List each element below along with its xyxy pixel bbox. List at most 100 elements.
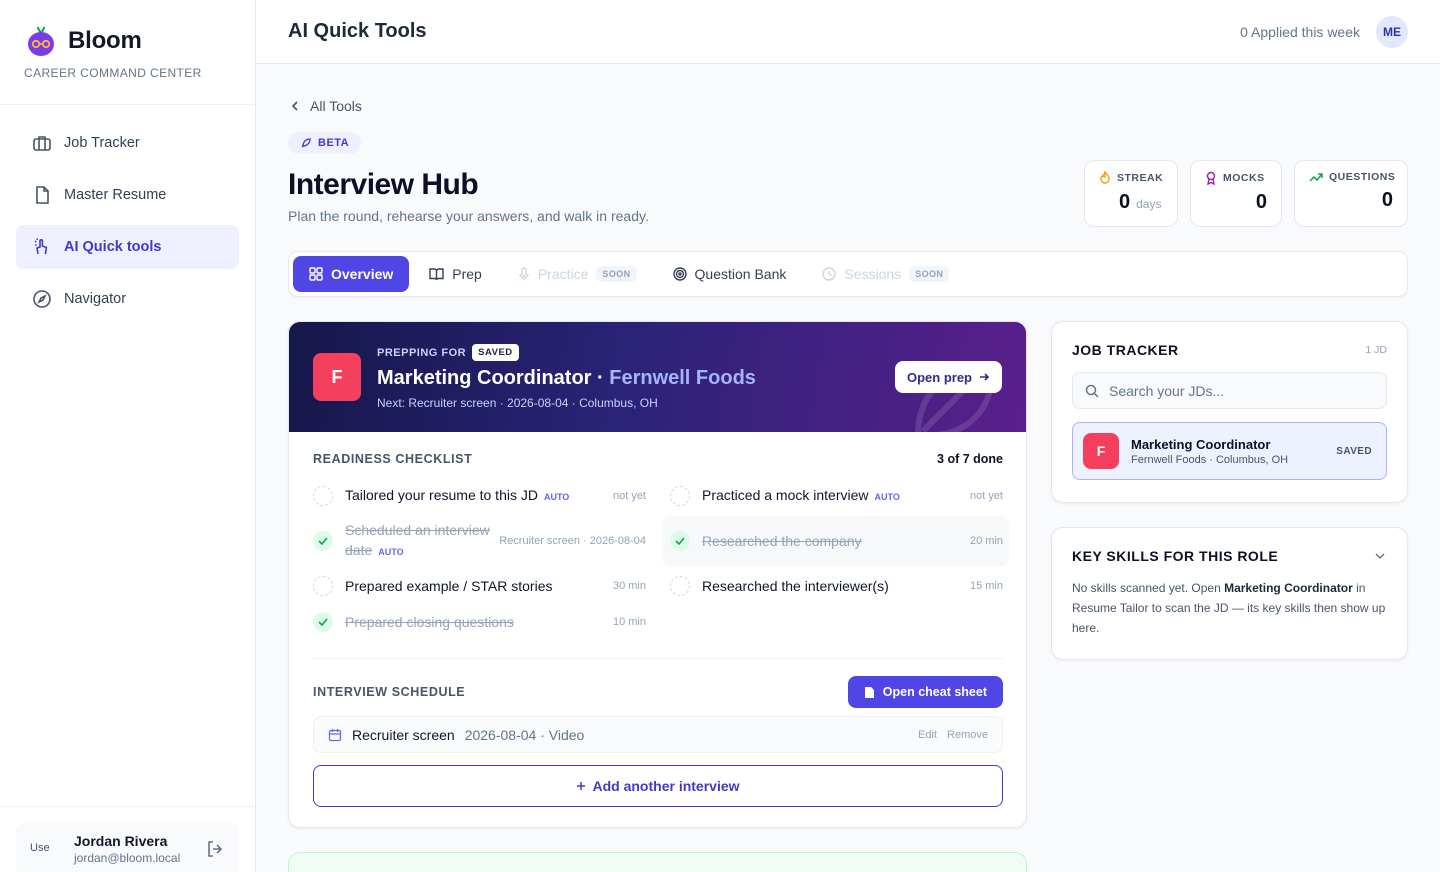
open-prep-button[interactable]: Open prep	[894, 361, 1002, 393]
profile-avatar[interactable]: ME	[1376, 15, 1408, 48]
next-interview-info: Next: Recruiter screen · 2026-08-04 · Co…	[377, 396, 658, 410]
sidebar-item-label: Job Tracker	[64, 135, 140, 151]
cheat-sheet-label: Open cheat sheet	[882, 685, 987, 699]
prep-role: Marketing Coordinator	[377, 367, 592, 389]
checklist-item-meta: 10 min	[612, 616, 646, 628]
award-icon	[1205, 171, 1217, 185]
checklist-item-tailored-resume[interactable]: Tailored your resume to this JD AUTO not …	[313, 471, 646, 521]
interview-hub-tabs: Overview Prep Practice SOON Question Ban…	[288, 251, 1408, 297]
jd-list-item[interactable]: F Marketing Coordinator Fernwell Foods ·…	[1072, 422, 1387, 480]
avatar-alt-text: Use	[30, 842, 50, 854]
compass-icon	[32, 289, 52, 309]
checklist-item-mock-interview[interactable]: Practiced a mock interview AUTO not yet	[670, 471, 1003, 521]
tab-prep[interactable]: Prep	[413, 256, 498, 292]
chevron-down-icon[interactable]	[1373, 549, 1387, 563]
add-interview-button[interactable]: Add another interview	[313, 765, 1003, 807]
target-icon	[672, 267, 687, 281]
header-title: AI Quick Tools	[288, 20, 427, 42]
mic-icon	[518, 267, 530, 281]
trending-up-icon	[1309, 171, 1323, 183]
user-name: Jordan Rivera	[74, 833, 168, 849]
stat-streak-unit: days	[1136, 197, 1162, 211]
flame-icon	[1099, 171, 1111, 185]
checklist-item-text: Practiced a mock interview	[702, 487, 869, 503]
stat-mocks-label: MOCKS	[1223, 172, 1265, 184]
status-badge: SAVED	[1336, 445, 1372, 457]
brand-subtitle: CAREER COMMAND CENTER	[24, 66, 202, 80]
checklist-progress: 3 of 7 done	[937, 452, 1003, 466]
brand: Bloom CAREER COMMAND CENTER	[0, 0, 255, 105]
stat-mocks: MOCKS 0	[1190, 160, 1282, 227]
open-cheat-sheet-button[interactable]: Open cheat sheet	[847, 676, 1003, 708]
checklist-item-text: Tailored your resume to this JD	[345, 487, 538, 503]
sidebar-item-job-tracker[interactable]: Job Tracker	[16, 121, 239, 165]
tab-sessions: Sessions SOON	[806, 256, 965, 292]
tab-label: Practice	[537, 266, 589, 282]
file-icon	[864, 686, 875, 699]
jd-role: Marketing Coordinator	[1131, 436, 1271, 452]
search-input[interactable]	[1109, 382, 1369, 399]
checklist-item-closing-questions[interactable]: Prepared closing questions 10 min	[313, 597, 646, 647]
page-title: Interview Hub	[288, 168, 479, 201]
stats-group: STREAK 0 days MOCKS 0 QUESTIONS 0	[1084, 160, 1408, 227]
sidebar-item-master-resume[interactable]: Master Resume	[16, 173, 239, 217]
title-separator: ·	[591, 367, 610, 389]
checklist-item-text: Scheduled an interview date	[345, 522, 490, 558]
checklist-item-text: Researched the company	[702, 533, 862, 549]
user-card[interactable]: Use Jordan Rivera jordan@bloom.local	[16, 823, 239, 872]
page-subtitle: Plan the round, rehearse your answers, a…	[288, 208, 649, 224]
sidebar-item-label: Navigator	[64, 291, 127, 307]
check-circle-icon	[313, 531, 333, 551]
avatar: Use	[30, 834, 60, 864]
calendar-icon	[328, 728, 342, 742]
clock-icon	[822, 267, 837, 281]
jd-search[interactable]	[1072, 372, 1387, 409]
checklist-item-scheduled-interview[interactable]: Scheduled an interview date AUTO Recruite…	[313, 516, 646, 566]
company-logo: F	[313, 353, 361, 401]
checklist-item-meta: 20 min	[969, 535, 1003, 547]
search-icon	[1085, 384, 1099, 398]
sidebar-item-navigator[interactable]: Navigator	[16, 277, 239, 321]
rocket-icon	[300, 137, 312, 149]
checklist-item-text: Prepared example / STAR stories	[345, 578, 553, 594]
unchecked-circle-icon	[670, 576, 690, 596]
tab-question-bank[interactable]: Question Bank	[657, 256, 803, 292]
sidebar-item-label: AI Quick tools	[64, 239, 162, 255]
stat-streak-value: 0	[1119, 191, 1131, 213]
sidebar-item-label: Master Resume	[64, 187, 167, 203]
checklist-item-researched-company[interactable]: Researched the company 20 min	[662, 516, 1009, 566]
bloom-logo-icon	[24, 24, 58, 58]
checklist-item-meta: not yet	[969, 490, 1003, 502]
key-skills-title: KEY SKILLS FOR THIS ROLE	[1072, 548, 1279, 564]
beta-badge: BETA	[288, 132, 362, 154]
sidebar-item-ai-quick-tools[interactable]: AI Quick tools	[16, 225, 239, 269]
stat-mocks-value: 0	[1255, 191, 1267, 213]
key-skills-empty-text: No skills scanned yet. Open Marketing Co…	[1072, 578, 1387, 638]
section-divider	[313, 658, 1003, 659]
skills-text-role[interactable]: Marketing Coordinator	[1224, 581, 1353, 595]
stat-questions-value: 0	[1381, 189, 1393, 211]
back-link-label: All Tools	[310, 98, 362, 114]
main-content: All Tools BETA Interview Hub Plan the ro…	[256, 64, 1440, 872]
logout-icon[interactable]	[205, 839, 225, 859]
edit-interview-button[interactable]: Edit	[918, 729, 937, 741]
auto-tag: AUTO	[378, 547, 404, 557]
arrow-right-icon	[978, 371, 990, 383]
next-card-partial	[288, 852, 1027, 872]
sidebar: Bloom CAREER COMMAND CENTER Job Tracker …	[0, 0, 256, 872]
applied-this-week: 0 Applied this week	[1240, 23, 1360, 40]
open-prep-label: Open prep	[906, 369, 972, 385]
prep-role-title: Marketing Coordinator · Fernwell Foods	[377, 367, 756, 390]
status-badge: SAVED	[472, 344, 519, 361]
back-link[interactable]: All Tools	[288, 98, 362, 114]
book-icon	[429, 267, 444, 281]
plus-icon	[576, 781, 586, 791]
remove-interview-button[interactable]: Remove	[947, 729, 988, 741]
auto-tag: AUTO	[874, 492, 900, 502]
checklist-item-researched-interviewers[interactable]: Researched the interviewer(s) 15 min	[670, 561, 1003, 611]
interview-details: 2026-08-04 · Video	[464, 726, 585, 743]
check-circle-icon	[670, 531, 690, 551]
job-tracker-card: JOB TRACKER 1 JD F Marketing Coordinator…	[1051, 321, 1408, 503]
tab-overview[interactable]: Overview	[293, 256, 410, 292]
tab-label: Overview	[331, 266, 394, 282]
